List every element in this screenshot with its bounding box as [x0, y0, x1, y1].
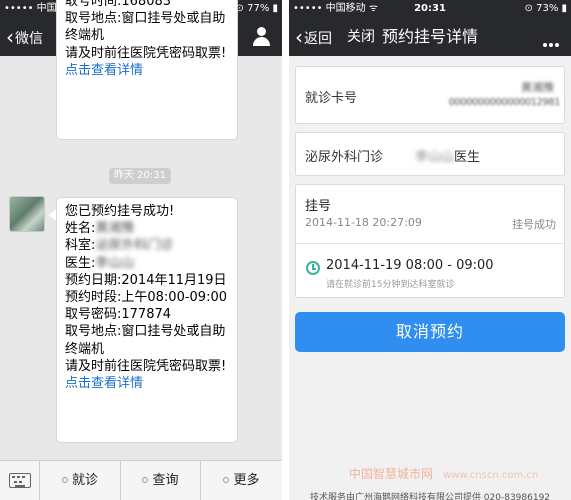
status-badge: 挂号成功 — [512, 218, 556, 231]
appointment-date: 预约日期:2014年11月19日 — [65, 272, 227, 288]
pickup-code: 取号密码:177874 — [65, 307, 172, 323]
menu-bar: 就诊 查询 更多 — [0, 460, 282, 500]
footer-text: 技术服务由广州海鹊网络科技有限公司提供 020-83986192 — [309, 493, 551, 500]
watermark: 中国智慧城市网 www.cnscn.com.cn — [349, 467, 539, 481]
menu-dot-icon — [223, 477, 230, 483]
keyboard-toggle-button[interactable] — [0, 461, 40, 500]
department-name: 泌尿外科门诊 — [305, 150, 384, 165]
menu-item-query[interactable]: 查询 — [121, 461, 201, 500]
message-line: 请及时前往医院凭密码取票!点击查看详情 — [65, 45, 227, 78]
avatar[interactable] — [9, 196, 45, 232]
status-bar: ••••• 中国移动 ᯤ 20:31 ⊙ 73% ▮ — [289, 0, 571, 18]
menu-dot-icon — [61, 477, 68, 483]
doctor-name: 李山山 — [95, 255, 135, 271]
menu-dot-icon — [142, 477, 149, 483]
cancel-appointment-button[interactable]: 取消预约 — [295, 312, 565, 352]
doctor-card: 泌尿外科门诊 李山山医生 — [295, 132, 565, 176]
menu-item-visit[interactable]: 就诊 — [40, 461, 121, 500]
keyboard-icon — [9, 473, 31, 488]
battery-status: ⊙ 73% ▮ — [524, 3, 567, 14]
message-line: 请及时前往医院凭密码取票!点击查看详情 — [65, 358, 227, 392]
details-link[interactable]: 点击查看详情 — [65, 376, 143, 391]
message-bubble: 取号时间:168083 取号地点:窗口挂号处或自助终端机 请及时前往医院凭密码取… — [56, 0, 238, 140]
doctor-row: 医生:李山山 — [65, 255, 135, 271]
department-name: 泌尿外科门诊 — [95, 238, 174, 254]
user-icon[interactable] — [252, 27, 270, 47]
battery-status: ⊙ 77% ▮ — [235, 3, 278, 14]
department-row: 科室:泌尿外科门诊 — [65, 238, 174, 254]
arrival-hint: 请在就诊前15分钟到达科室就诊 — [326, 280, 455, 290]
nav-bar: ‹返回 关闭 预约挂号详情 — [289, 18, 571, 56]
message-line: 取号时间:168083 — [65, 0, 172, 9]
more-icon[interactable] — [541, 32, 559, 51]
menu-item-more[interactable]: 更多 — [201, 461, 282, 500]
card-number: 0000000000000012981 — [448, 97, 561, 108]
appointment-slot: 2014-11-19 08:00 - 09:00 — [326, 258, 494, 273]
page-title: 预约挂号详情 — [381, 27, 478, 46]
message-line: 取号地点:窗口挂号处或自助终端机 — [65, 11, 226, 44]
doctor-row: 李山山医生 — [415, 150, 481, 165]
divider — [296, 243, 564, 244]
doctor-name: 李山山 — [415, 150, 455, 165]
message-bubble: 您已预约挂号成功! 姓名:黄湘豫 科室:泌尿外科门诊 医生:李山山 预约日期:2… — [56, 197, 238, 443]
appointment-detail-screen: ••••• 中国移动 ᯤ 20:31 ⊙ 73% ▮ ‹返回 关闭 预约挂号详情… — [289, 0, 571, 500]
wechat-chat-screen: ••••• 中国移动 ᯤ 14:33 ⊙ 77% ▮ ‹微信 湖南省直中医医院 … — [0, 0, 282, 500]
registration-card: 挂号 2014-11-18 20:27:09 挂号成功 2014-11-19 0… — [295, 184, 565, 298]
patient-name: 黄湘豫 — [95, 221, 135, 237]
details-link[interactable]: 点击查看详情 — [65, 63, 143, 78]
card-number-label: 就诊卡号 — [305, 91, 358, 106]
appointment-slot: 预约时段:上午08:00-09:00 — [65, 290, 227, 306]
card-number-card: 就诊卡号 黄湘豫 0000000000000012981 — [295, 66, 565, 124]
screenshot: ••••• 中国移动 ᯤ 14:33 ⊙ 77% ▮ ‹微信 湖南省直中医医院 … — [0, 0, 571, 500]
message-line: 您已预约挂号成功! — [65, 204, 175, 219]
name-row: 姓名:黄湘豫 — [65, 221, 135, 237]
clock-icon — [306, 261, 320, 275]
pickup-place: 取号地点:窗口挂号处或自助终端机 — [65, 324, 226, 357]
time-badge: 昨天 20:31 — [109, 168, 171, 184]
registration-datetime: 2014-11-18 20:27:09 — [305, 216, 422, 229]
bubble-tail — [49, 209, 56, 221]
patient-name: 黄湘豫 — [521, 81, 554, 94]
registration-title: 挂号 — [305, 199, 332, 214]
